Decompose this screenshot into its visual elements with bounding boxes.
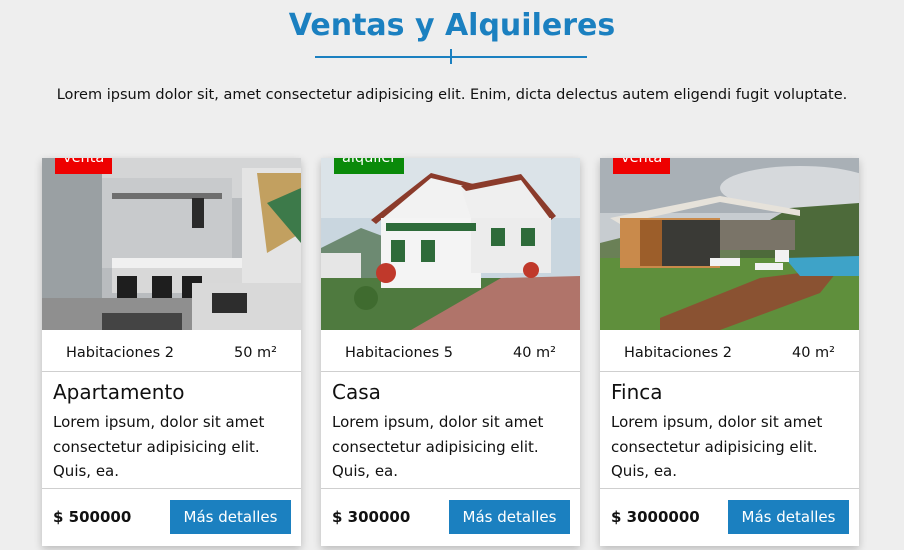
property-description: Lorem ipsum, dolor sit amet consectetur … (53, 413, 265, 480)
property-image-apartamento[interactable]: venta (42, 158, 301, 330)
rooms-count: Habitaciones 2 (66, 345, 174, 361)
rooms-count: Habitaciones 2 (624, 345, 732, 361)
area-size: 40 m² (792, 345, 835, 361)
details-button[interactable]: Más detalles (170, 500, 291, 534)
divider (600, 371, 859, 372)
property-description: Lorem ipsum, dolor sit amet consectetur … (611, 413, 823, 480)
property-card-casa: alquiler Habitaciones 5 40 m² Casa Lorem… (321, 158, 580, 546)
property-price: $ 500000 (53, 508, 132, 526)
details-button[interactable]: Más detalles (728, 500, 849, 534)
divider (321, 488, 580, 489)
intro-text: Lorem ipsum dolor sit, amet consectetur … (56, 87, 848, 103)
property-name: Finca (611, 380, 663, 404)
property-image-casa[interactable]: alquiler (321, 158, 580, 330)
divider (42, 488, 301, 489)
listing-type-badge: venta (613, 158, 671, 174)
divider (42, 371, 301, 372)
property-image-finca[interactable]: venta (600, 158, 859, 330)
listing-type-badge: alquiler (334, 158, 405, 174)
property-name: Casa (332, 380, 381, 404)
property-description: Lorem ipsum, dolor sit amet consectetur … (332, 413, 544, 480)
area-size: 40 m² (513, 345, 556, 361)
property-price: $ 300000 (332, 508, 411, 526)
listing-type-badge: venta (55, 158, 113, 174)
property-price: $ 3000000 (611, 508, 700, 526)
property-card-apartamento: venta Habitaciones 2 50 m² Apartamento L… (42, 158, 301, 546)
property-name: Apartamento (53, 380, 185, 404)
area-size: 50 m² (234, 345, 277, 361)
property-card-finca: venta Habitaciones 2 40 m² Finca Lorem i… (600, 158, 859, 546)
divider (600, 488, 859, 489)
title-underline-tick (450, 49, 452, 64)
page-title: Ventas y Alquileres (288, 8, 616, 43)
divider (321, 371, 580, 372)
details-button[interactable]: Más detalles (449, 500, 570, 534)
rooms-count: Habitaciones 5 (345, 345, 453, 361)
